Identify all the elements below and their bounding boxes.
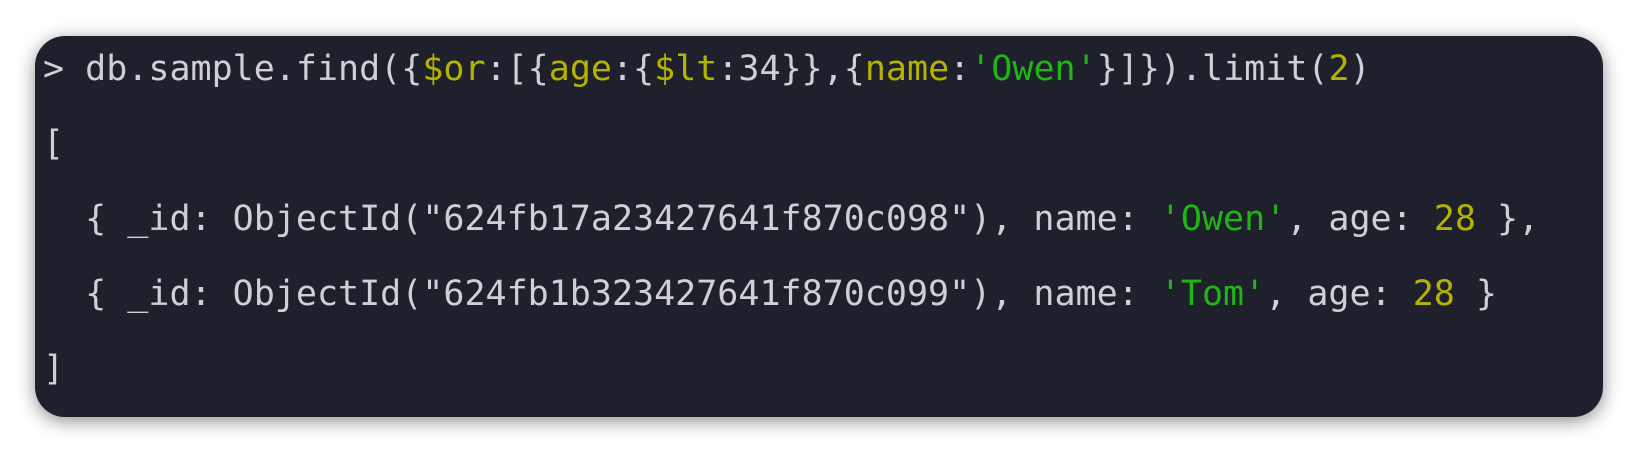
result-age-value: 28 [1412,274,1455,314]
result-prefix: { _id: ObjectId("624fb1b323427641f870c09… [85,274,1160,314]
command-prefix: db.sample.find({ [85,49,423,89]
prompt-symbol: > [43,49,65,89]
output-open-bracket: [ [43,124,65,164]
result-suffix: } [1454,274,1498,314]
result-row: { _id: ObjectId("624fb1b323427641f870c09… [43,270,1497,318]
result-name-value: 'Owen' [1159,199,1287,239]
command-separator: :{ [611,49,655,89]
result-name-value: 'Tom' [1159,274,1266,314]
owen-string-value: 'Owen' [970,49,1097,89]
result-mid: , age: [1265,274,1413,314]
lt-operator: $lt [654,49,718,89]
result-mid: , age: [1286,199,1434,239]
result-age-value: 28 [1433,199,1476,239]
result-suffix: }, [1475,199,1540,239]
output-close-bracket: ] [43,349,65,389]
command-separator: : [949,49,971,89]
age-key: age [548,49,612,89]
limit-value: 2 [1328,49,1350,89]
command-close: }]}).limit( [1096,49,1329,89]
result-row: { _id: ObjectId("624fb17a23427641f870c09… [43,195,1539,243]
command-line[interactable]: > db.sample.find({$or:[{age:{$lt:34}},{n… [43,45,1371,93]
command-separator: :[{ [485,49,549,89]
name-key: name [864,49,950,89]
command-separator: :34 [717,49,781,89]
result-prefix: { _id: ObjectId("624fb17a23427641f870c09… [85,199,1160,239]
command-separator: }},{ [780,49,865,89]
command-close-paren: ) [1349,49,1371,89]
terminal-window: > db.sample.find({$or:[{age:{$lt:34}},{n… [35,36,1603,417]
or-operator: $or [422,49,486,89]
